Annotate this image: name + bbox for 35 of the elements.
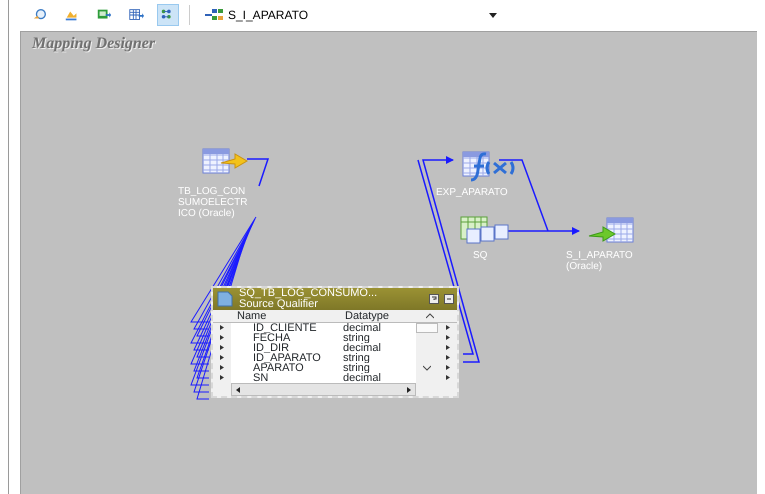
port-name: ID_DIR — [231, 343, 339, 353]
node-label: SQ — [473, 250, 488, 261]
scroll-thumb[interactable] — [416, 323, 438, 333]
scroll-left-icon[interactable] — [236, 386, 240, 392]
mapping-icon — [204, 8, 224, 22]
port-name: ID_APARATO — [231, 353, 339, 363]
node-label: TB_LOG_CONSUMOELECTRICO (Oracle) — [178, 186, 248, 219]
table-icon — [128, 7, 144, 23]
port-name: FECHA — [231, 333, 339, 343]
qualifier-icon — [216, 290, 234, 308]
minimize-icon — [446, 296, 452, 302]
port-datatype: string — [339, 353, 416, 363]
minimize-button[interactable] — [444, 294, 454, 304]
scroll-right-icon[interactable] — [407, 386, 411, 392]
horizontal-scrollbar[interactable] — [231, 383, 416, 396]
port-name: APARATO — [231, 363, 339, 373]
help-button[interactable] — [429, 294, 439, 304]
scroll-down-icon[interactable] — [423, 365, 431, 372]
port-datatype: decimal — [339, 323, 416, 333]
scroll-up-icon[interactable] — [426, 313, 434, 320]
connector-line — [247, 158, 270, 186]
node-label: EXP_APARATO — [436, 187, 509, 198]
toolbar-button[interactable] — [157, 4, 179, 26]
port-datatype: string — [339, 363, 416, 373]
caret-icon — [489, 12, 497, 18]
panel-title: SQ_TB_LOG_CONSUMO... — [239, 288, 378, 299]
port-datatype: decimal — [339, 343, 416, 353]
port-datatype: decimal — [339, 373, 416, 383]
port-name: ID_CLIENTE — [231, 323, 339, 333]
designer-title: Mapping Designer — [32, 35, 156, 53]
panel-subtitle: Source Qualifier — [239, 299, 318, 310]
help-icon — [431, 296, 437, 302]
node-label: S_I_APARATO (Oracle) — [566, 250, 634, 272]
port-name: SN — [231, 373, 339, 383]
port-datatype: string — [339, 333, 416, 343]
